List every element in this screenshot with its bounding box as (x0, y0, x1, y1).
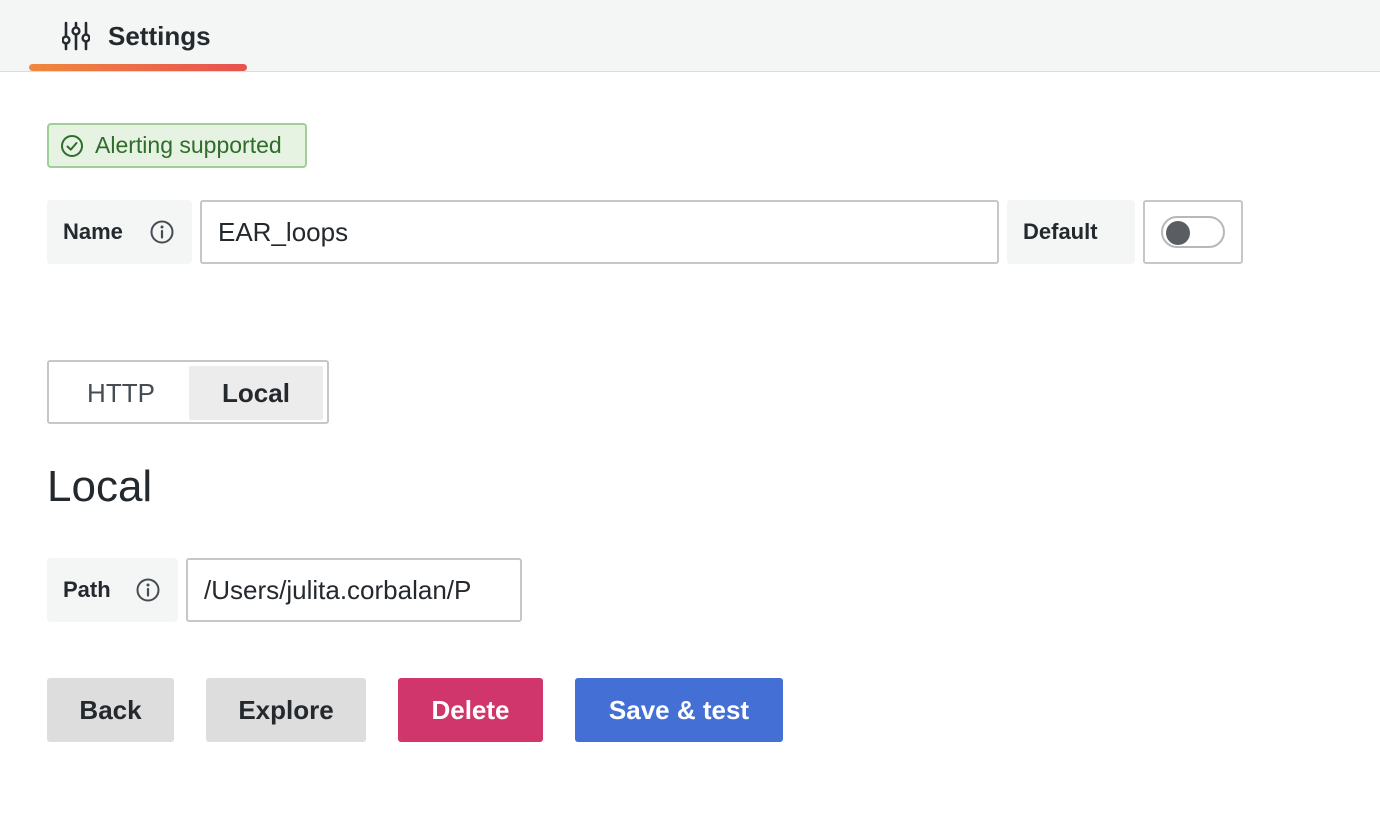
tab-settings[interactable]: Settings (29, 0, 247, 72)
path-label: Path (63, 577, 111, 602)
tab-bar: Settings (0, 0, 1380, 72)
alerting-supported-label: Alerting supported (95, 132, 282, 158)
path-label-box: Path (47, 558, 178, 622)
save-and-test-button[interactable]: Save & test (575, 678, 783, 742)
access-mode-http[interactable]: HTTP (53, 366, 189, 420)
default-label: Default (1023, 219, 1098, 244)
check-circle-icon (60, 134, 84, 158)
path-input[interactable]: /Users/julita.corbalan/P (186, 558, 522, 622)
section-heading: Local (47, 462, 153, 511)
active-tab-indicator (29, 64, 247, 71)
name-input[interactable]: EAR_loops (200, 200, 999, 264)
name-label-box: Name (47, 200, 192, 264)
path-input-value: /Users/julita.corbalan/P (204, 574, 472, 605)
back-button[interactable]: Back (47, 678, 174, 742)
explore-button[interactable]: Explore (206, 678, 366, 742)
toggle-knob (1166, 221, 1190, 245)
delete-button[interactable]: Delete (398, 678, 543, 742)
info-icon[interactable] (135, 577, 161, 603)
alerting-supported-badge: Alerting supported (47, 123, 307, 168)
name-input-value: EAR_loops (218, 216, 349, 247)
default-label-box: Default (1007, 200, 1135, 264)
tab-settings-label: Settings (108, 20, 211, 51)
access-mode-switch: HTTP Local (47, 360, 329, 424)
toggle-track (1161, 216, 1225, 248)
info-icon[interactable] (149, 219, 175, 245)
name-label: Name (63, 219, 123, 244)
sliders-icon (62, 21, 90, 51)
access-mode-local[interactable]: Local (189, 366, 323, 420)
default-toggle[interactable] (1143, 200, 1243, 264)
